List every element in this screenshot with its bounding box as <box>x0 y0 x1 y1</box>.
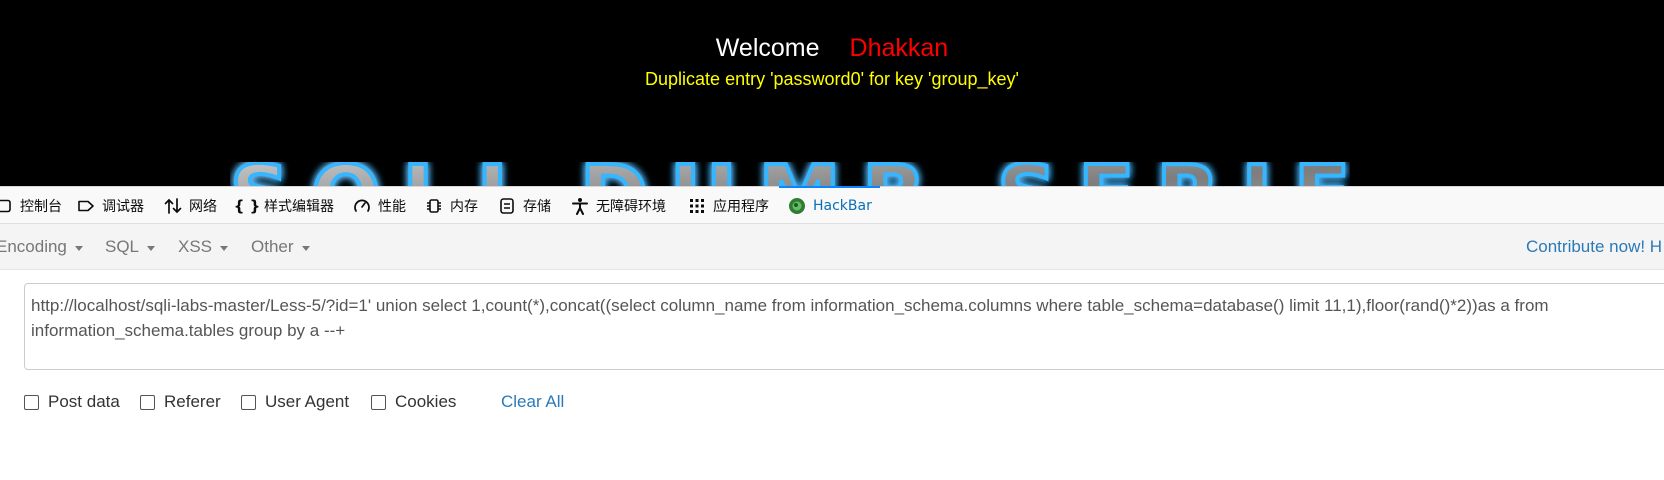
tab-memory[interactable]: 内存 <box>424 187 478 224</box>
menu-label: Other <box>251 237 294 256</box>
clear-all-button[interactable]: Clear All <box>501 391 564 413</box>
tab-console[interactable]: 控制台 <box>0 187 62 224</box>
console-icon <box>0 196 14 216</box>
xss-menu[interactable]: XSS <box>178 224 229 270</box>
tab-label: 调试器 <box>102 198 144 215</box>
checkbox-label: User Agent <box>265 392 350 411</box>
sql-menu[interactable]: SQL <box>105 224 156 270</box>
devtools-toolbar: 控制台 调试器 网络 { } 样式编辑器 性能 内存 存储 无障碍环境 应用程序… <box>0 186 1664 224</box>
user-name: Dhakkan <box>849 34 949 62</box>
welcome-line: Welcome Dhakkan <box>0 33 1664 63</box>
checkbox-box[interactable] <box>140 394 155 410</box>
checkbox-label: Referer <box>164 392 221 411</box>
caret-down-icon <box>74 245 83 251</box>
memory-icon <box>424 196 444 216</box>
tab-label: 无障碍环境 <box>596 198 666 215</box>
post-data-checkbox[interactable]: Post data <box>24 391 120 413</box>
application-icon <box>687 196 707 216</box>
referer-checkbox[interactable]: Referer <box>140 391 221 413</box>
encoding-menu[interactable]: Encoding <box>0 224 83 270</box>
web-page: Welcome Dhakkan Duplicate entry 'password… <box>0 0 1664 186</box>
tab-label: HackBar <box>813 197 872 214</box>
contribute-link[interactable]: Contribute now! H <box>1526 224 1662 270</box>
checkbox-label: Cookies <box>395 392 457 411</box>
tab-storage[interactable]: 存储 <box>497 187 551 224</box>
performance-icon <box>352 196 372 216</box>
caret-down-icon <box>301 245 310 251</box>
tab-label: 应用程序 <box>713 198 769 215</box>
style-editor-icon: { } <box>233 196 261 215</box>
storage-icon <box>497 196 517 216</box>
other-menu[interactable]: Other <box>251 224 310 270</box>
tab-application[interactable]: 应用程序 <box>687 187 769 224</box>
banner-text: SQLI DUMB SERIES-5 <box>230 162 1350 186</box>
tab-label: 性能 <box>378 198 406 215</box>
tab-label: 控制台 <box>20 198 62 215</box>
checkbox-box[interactable] <box>24 394 39 410</box>
hackbar-menu-bar: Encoding SQL XSS Other Contribute now! H <box>0 224 1664 270</box>
menu-label: Encoding <box>0 237 67 256</box>
tab-hackbar[interactable]: HackBar <box>779 186 880 224</box>
sqli-banner-logo: SQLI DUMB SERIES-5 <box>230 162 1350 186</box>
debugger-icon <box>76 196 96 216</box>
caret-down-icon <box>220 245 229 251</box>
tab-network[interactable]: 网络 <box>163 187 217 224</box>
checkbox-label: Post data <box>48 392 120 411</box>
tab-label: 网络 <box>189 198 217 215</box>
network-icon <box>163 196 183 216</box>
tab-accessibility[interactable]: 无障碍环境 <box>570 187 666 224</box>
tab-label: 内存 <box>450 198 478 215</box>
welcome-text: Welcome <box>715 34 820 62</box>
user-agent-checkbox[interactable]: User Agent <box>241 391 349 413</box>
hackbar-icon <box>787 196 807 216</box>
url-textarea[interactable]: http://localhost/sqli-labs-master/Less-5… <box>24 283 1664 370</box>
tab-performance[interactable]: 性能 <box>352 187 406 224</box>
accessibility-icon <box>570 196 590 216</box>
tab-label: 样式编辑器 <box>264 198 334 215</box>
cookies-checkbox[interactable]: Cookies <box>371 391 456 413</box>
checkbox-box[interactable] <box>241 394 256 410</box>
sql-error-message: Duplicate entry 'password0' for key 'gro… <box>645 69 1019 89</box>
tab-debugger[interactable]: 调试器 <box>76 187 144 224</box>
caret-down-icon <box>147 245 156 251</box>
tab-label: 存储 <box>523 198 551 215</box>
menu-label: SQL <box>105 237 140 256</box>
tab-style-editor[interactable]: { } 样式编辑器 <box>233 187 334 224</box>
checkbox-box[interactable] <box>371 394 386 410</box>
menu-label: XSS <box>178 237 213 256</box>
